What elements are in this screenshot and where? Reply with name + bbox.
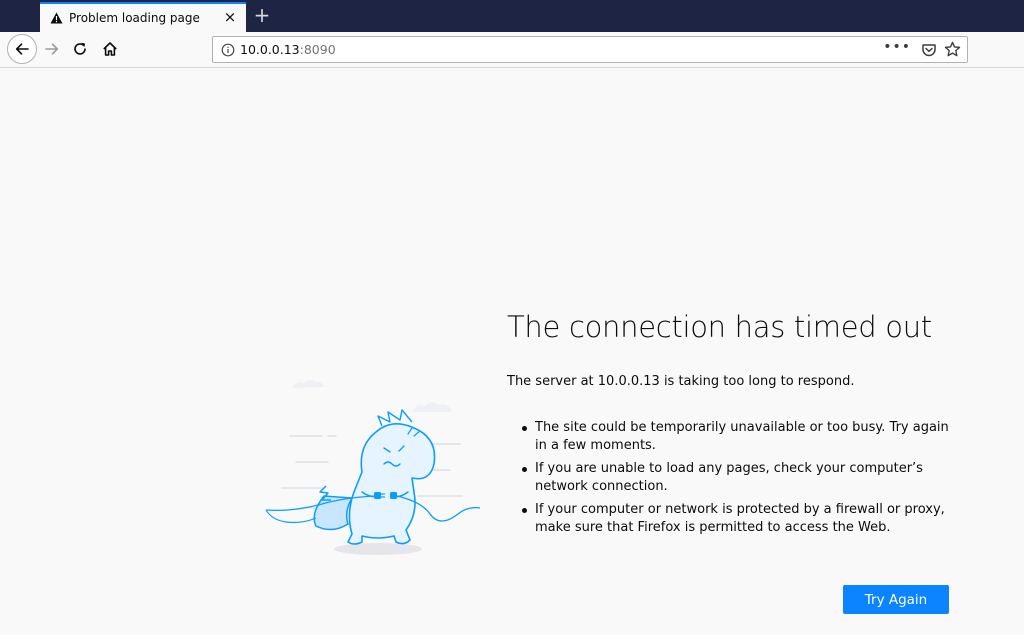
- back-button[interactable]: [7, 34, 37, 64]
- forward-button[interactable]: [38, 35, 66, 63]
- tab-strip: Problem loading page × +: [0, 0, 1024, 32]
- star-icon[interactable]: [944, 41, 961, 58]
- pocket-icon[interactable]: [921, 42, 937, 58]
- error-suggestions-list: The site could be temporarily unavailabl…: [520, 419, 960, 542]
- tab-problem-loading[interactable]: Problem loading page ×: [40, 2, 246, 32]
- try-again-button[interactable]: Try Again: [843, 585, 949, 614]
- reload-icon: [74, 42, 86, 55]
- close-icon[interactable]: ×: [222, 9, 238, 25]
- error-title: The connection has timed out: [507, 310, 932, 344]
- back-arrow-icon: [15, 43, 29, 55]
- error-page: The connection has timed out The server …: [0, 69, 1024, 635]
- error-description: The server at 10.0.0.13 is taking too lo…: [507, 374, 855, 389]
- navigation-toolbar: 10.0.0.13:8090 •••: [0, 32, 1024, 68]
- page-actions-button[interactable]: •••: [883, 39, 911, 55]
- list-item: If your computer or network is protected…: [520, 501, 960, 537]
- list-item: If you are unable to load any pages, che…: [520, 460, 960, 496]
- home-button[interactable]: [96, 35, 124, 63]
- url-text[interactable]: 10.0.0.13:8090: [240, 42, 336, 57]
- home-icon: [103, 42, 117, 56]
- list-item: The site could be temporarily unavailabl…: [520, 419, 960, 455]
- plus-icon[interactable]: +: [252, 4, 272, 26]
- url-port: :8090: [299, 42, 336, 57]
- url-host: 10.0.0.13: [240, 42, 300, 57]
- info-icon[interactable]: [221, 43, 235, 57]
- warning-icon: [49, 11, 63, 25]
- tab-title: Problem loading page: [69, 11, 200, 25]
- reload-button[interactable]: [66, 35, 94, 63]
- forward-arrow-icon: [45, 43, 59, 55]
- dinosaur-unplugged-illustration: [265, 379, 481, 555]
- url-bar[interactable]: 10.0.0.13:8090 •••: [212, 36, 968, 63]
